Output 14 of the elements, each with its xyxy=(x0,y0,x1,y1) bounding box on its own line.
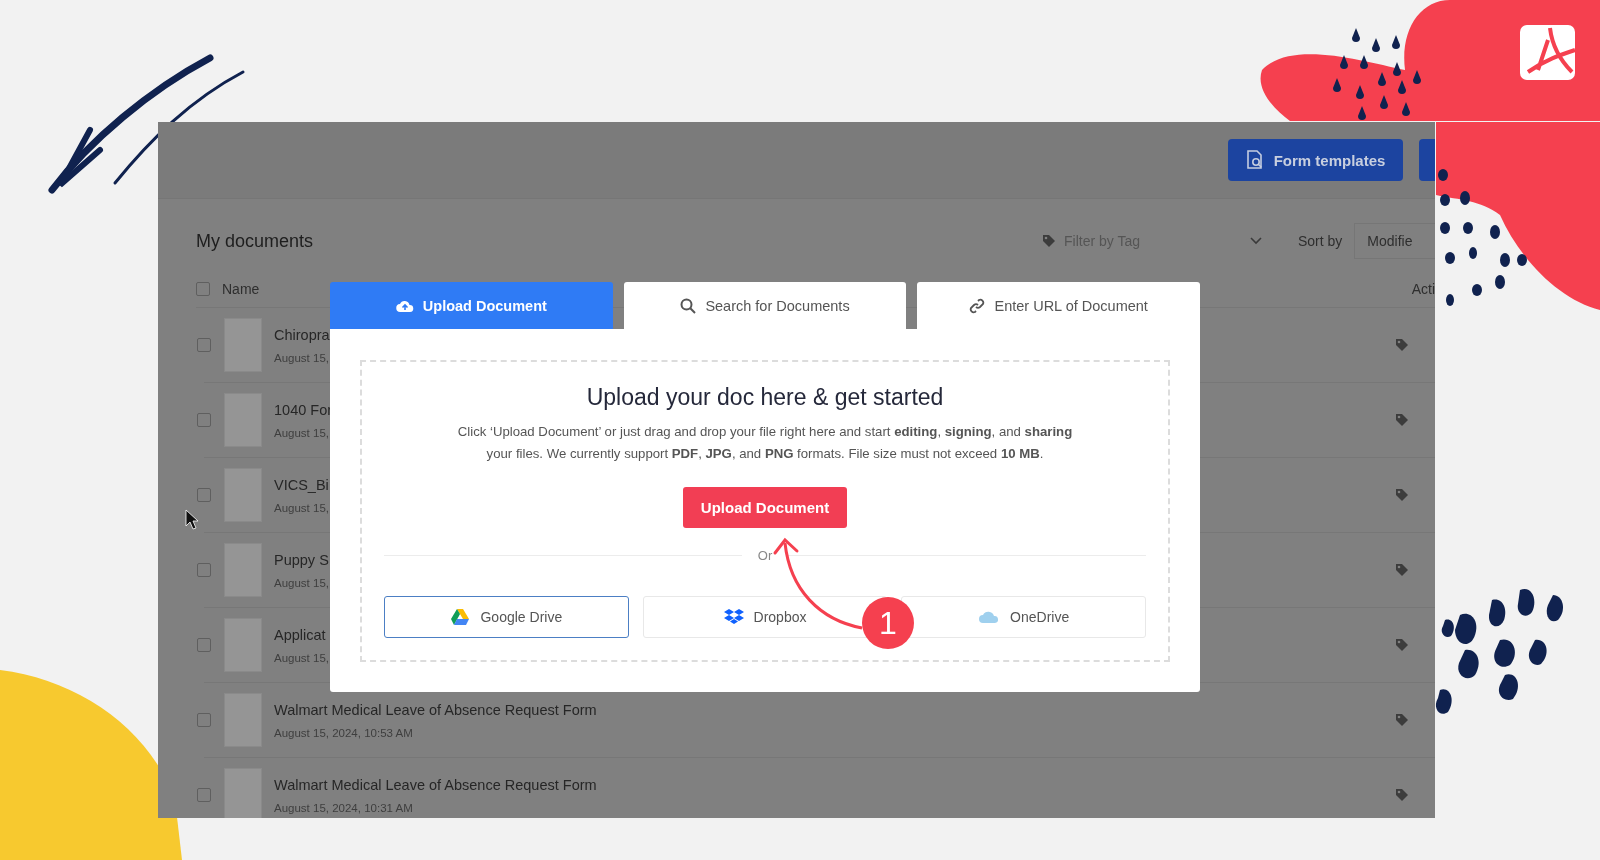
page-title: My documents xyxy=(196,230,315,252)
column-header: Acti xyxy=(1411,281,1435,297)
document-date: August 15, xyxy=(274,426,329,439)
column-header: Name xyxy=(222,281,261,297)
document-date: August 15, xyxy=(274,501,329,514)
modal-title: Upload your doc here & get started xyxy=(586,384,944,411)
document-date: August 15, 2024, 10:31 AM xyxy=(274,801,413,814)
upload-description: Click ‘Upload Document’ or just drag and drop your file right here and start editing, signing, and sharing your files. We currently support PDF, JPG, and PNG formats. File size must not exceed 10 MB. xyxy=(456,423,1074,463)
document-date: August 15, xyxy=(274,651,329,664)
document-date: August 15, xyxy=(274,576,329,589)
document-date: August 15, 2024, 10:53 AM xyxy=(274,726,413,739)
sort-label: Sort by xyxy=(1298,233,1343,249)
or-divider-label: Or xyxy=(757,548,773,563)
document-date: August 15, xyxy=(274,351,329,364)
